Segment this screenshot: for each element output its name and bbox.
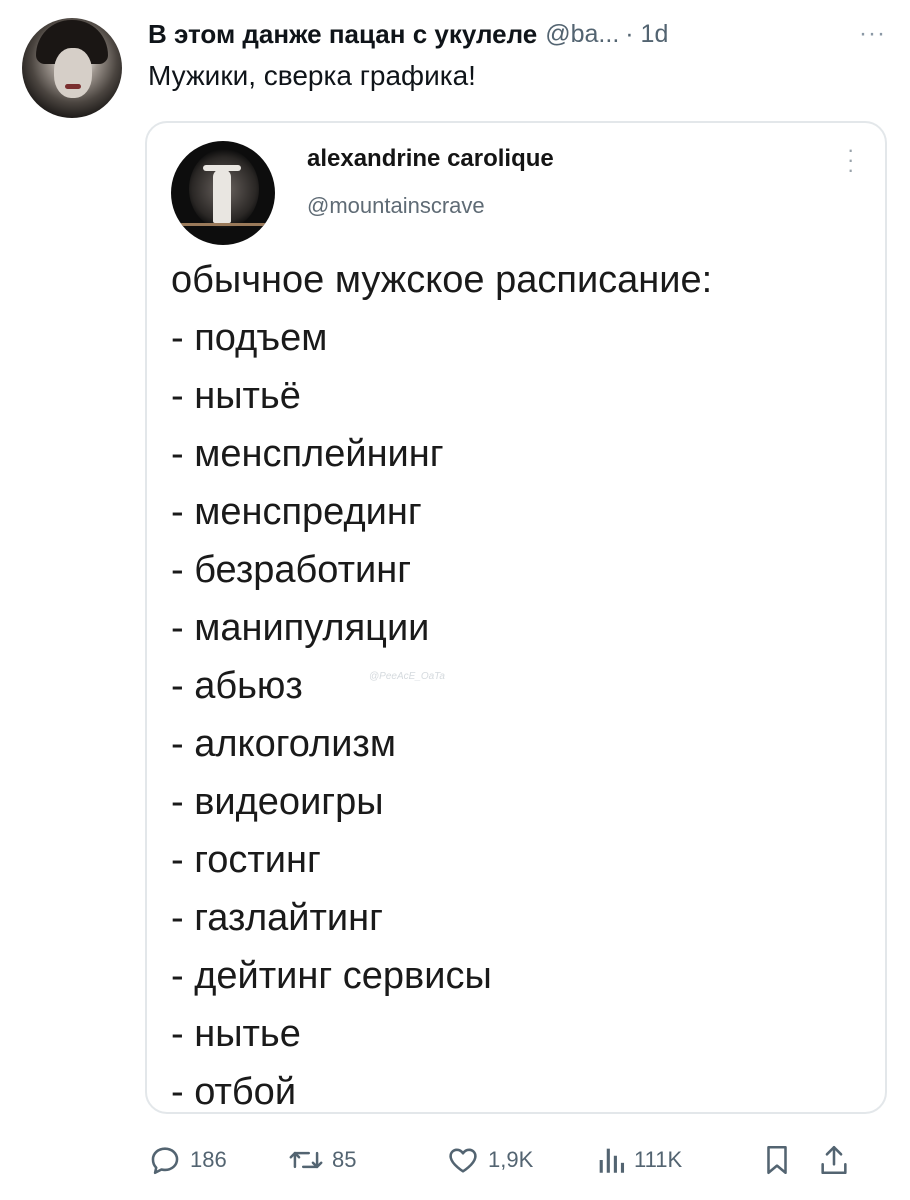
like-button[interactable]: 1,9K <box>446 1143 596 1177</box>
list-item: - нытьё <box>171 375 301 417</box>
share-button[interactable] <box>818 1143 858 1177</box>
list-item: - абьюз <box>171 665 303 707</box>
like-icon <box>449 1148 477 1173</box>
quoted-text-list: обычное мужское расписание: - подъем - н… <box>171 251 712 1121</box>
quoted-text-heading: обычное мужское расписание: <box>171 259 713 301</box>
reply-icon <box>151 1147 179 1175</box>
list-item: - нытье <box>171 1013 301 1055</box>
reply-count: 186 <box>190 1147 227 1172</box>
repost-icon <box>289 1151 323 1169</box>
post-author-avatar[interactable] <box>22 18 122 118</box>
list-item: - отбой <box>171 1071 297 1113</box>
list-item: - видеоигры <box>171 781 384 823</box>
reply-button[interactable]: 186 <box>148 1143 288 1177</box>
list-item: - газлайтинг <box>171 897 383 939</box>
avatar-face <box>54 48 92 98</box>
repost-count: 85 <box>332 1147 357 1172</box>
post-header: В этом данже пацан с укулеле @ba... · 1d… <box>148 16 886 52</box>
quoted-post-card[interactable]: alexandrine carolique @mountainscrave · ·… <box>145 121 887 1114</box>
quoted-more-icon[interactable]: · · · <box>847 139 854 181</box>
bookmark-button[interactable] <box>762 1143 818 1177</box>
share-icon <box>821 1145 847 1175</box>
list-item: - дейтинг сервисы <box>171 955 492 997</box>
action-bar: 186 85 1,9K 111K <box>148 1140 886 1180</box>
list-item: - безработинг <box>171 549 412 591</box>
watermark: @PeeAcE_OaTa <box>369 671 445 682</box>
list-item: - гостинг <box>171 839 321 881</box>
post-author-handle[interactable]: @ba... <box>545 20 619 49</box>
post-text: Мужики, сверка графика! <box>148 60 476 91</box>
list-item: - менсплейнинг <box>171 433 444 475</box>
list-item: - подъем <box>171 317 328 359</box>
quoted-author-handle[interactable]: @mountainscrave <box>307 193 485 219</box>
quoted-author-avatar[interactable] <box>171 141 275 245</box>
avatar-figure <box>213 169 231 223</box>
avatar-rail <box>177 223 269 226</box>
bookmark-icon <box>767 1145 787 1175</box>
list-item: - менспрединг <box>171 491 422 533</box>
views-button[interactable]: 111K <box>596 1143 762 1177</box>
post-author-name[interactable]: В этом данже пацан с укулеле <box>148 19 537 50</box>
repost-button[interactable]: 85 <box>288 1143 446 1177</box>
like-count: 1,9K <box>488 1147 534 1172</box>
more-icon[interactable]: ··· <box>859 20 886 48</box>
views-icon <box>599 1148 625 1173</box>
avatar-mouth <box>65 84 81 89</box>
list-item: - манипуляции <box>171 607 430 649</box>
list-item: - алкоголизм <box>171 723 396 765</box>
post-timestamp[interactable]: · 1d <box>625 20 668 49</box>
quoted-author-name[interactable]: alexandrine carolique <box>307 145 554 173</box>
views-count: 111K <box>634 1147 683 1172</box>
